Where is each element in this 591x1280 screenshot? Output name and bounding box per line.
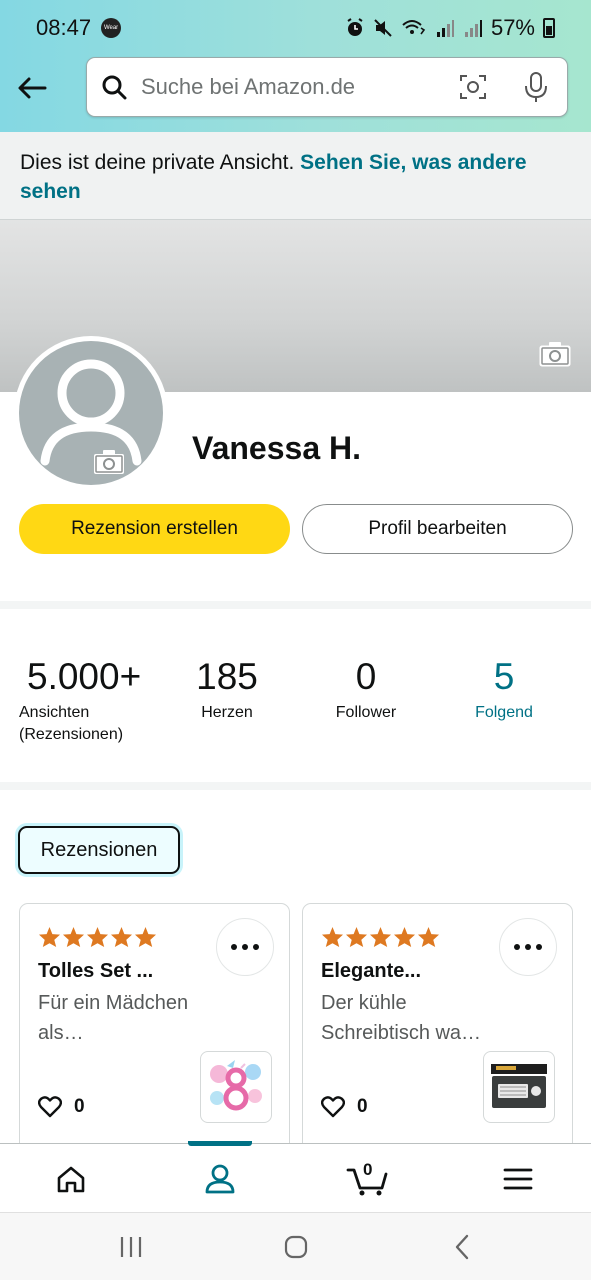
- nav-cart[interactable]: 0: [318, 1144, 418, 1213]
- review-snippet-line1: Der kühle: [321, 992, 407, 1014]
- star-icon: [393, 926, 416, 948]
- home-icon: [57, 1166, 85, 1192]
- wifi-call-icon: [402, 20, 426, 35]
- home-circle-icon: [284, 1235, 308, 1259]
- star-icon: [417, 926, 440, 948]
- camera-search-icon[interactable]: [459, 73, 487, 106]
- profile-name: Vanessa H.: [192, 430, 361, 466]
- avatar[interactable]: [19, 341, 163, 485]
- star-icon: [110, 926, 133, 948]
- stat-following[interactable]: 5 Folgend: [466, 656, 542, 724]
- like-button[interactable]: 0: [38, 1096, 85, 1118]
- search-bar[interactable]: [86, 57, 568, 117]
- section-divider: [0, 601, 591, 609]
- star-icon: [369, 926, 392, 948]
- stat-hearts-label: Herzen: [201, 704, 253, 721]
- stat-views-label: Ansichten (Rezensionen): [19, 702, 141, 746]
- review-snippet-line2: als…: [38, 1022, 84, 1044]
- stat-views-value: 5.000+: [27, 656, 142, 697]
- back-system-button[interactable]: [432, 1231, 492, 1263]
- avatar-frame[interactable]: [14, 336, 168, 490]
- stat-views-label-line1: Ansichten: [19, 704, 90, 721]
- hamburger-menu-icon: [503, 1168, 533, 1189]
- review-title: Tolles Set ...: [38, 960, 154, 982]
- edit-profile-button[interactable]: Profil bearbeiten: [302, 504, 573, 554]
- tab-reviews[interactable]: Rezensionen: [18, 826, 180, 874]
- ellipsis-icon: [231, 944, 259, 950]
- review-snippet-line1: Für ein Mädchen: [38, 992, 189, 1014]
- product-thumbnail[interactable]: [200, 1051, 272, 1123]
- status-bar: 08:47 Wear 57%: [0, 0, 591, 56]
- private-view-notice: Dies ist deine private Ansicht. Sehen Si…: [0, 132, 591, 220]
- wear-app-icon: Wear: [101, 18, 122, 38]
- signal-icon-2: [464, 20, 482, 37]
- like-count: 0: [357, 1096, 368, 1117]
- heart-icon: [321, 1096, 345, 1118]
- stat-views: 5.000+ Ansichten (Rezensionen): [19, 656, 141, 746]
- stat-followers[interactable]: 0 Follower: [325, 656, 407, 724]
- arrow-left-icon: [18, 77, 47, 99]
- stat-following-value: 5: [493, 656, 515, 697]
- top-header: 08:47 Wear 57%: [0, 0, 591, 132]
- like-button[interactable]: 0: [321, 1096, 368, 1118]
- review-title: Elegante...: [321, 960, 422, 982]
- battery-percent: 57%: [490, 15, 535, 40]
- star-icon: [134, 926, 157, 948]
- review-card[interactable]: Elegante... Der kühle Schreibtisch wa… 0: [302, 903, 573, 1153]
- more-options-button[interactable]: [499, 918, 557, 976]
- heart-icon: [38, 1096, 62, 1118]
- bottom-navigation: 0: [0, 1141, 591, 1213]
- review-snippet: Der kühle Schreibtisch wa…: [321, 988, 501, 1048]
- star-icon: [321, 926, 344, 948]
- cover-camera-icon[interactable]: [539, 341, 571, 372]
- star-icon: [62, 926, 85, 948]
- stat-following-label: Folgend: [475, 704, 533, 721]
- review-snippet-line2: Schreibtisch wa…: [321, 1022, 482, 1044]
- star-rating: [321, 926, 440, 948]
- alarm-icon: [347, 18, 363, 36]
- recents-icon: [120, 1237, 142, 1257]
- notice-text: Dies ist deine private Ansicht.: [20, 151, 301, 174]
- recents-button[interactable]: [101, 1231, 161, 1263]
- star-icon: [345, 926, 368, 948]
- home-button[interactable]: [266, 1231, 326, 1263]
- nav-menu[interactable]: [468, 1144, 568, 1213]
- star-icon: [86, 926, 109, 948]
- star-rating: [38, 926, 157, 948]
- stat-hearts: 185 Herzen: [186, 656, 268, 724]
- balloon-8-icon: [210, 1060, 262, 1111]
- nav-profile[interactable]: [170, 1144, 270, 1213]
- microphone-icon[interactable]: [523, 71, 549, 108]
- chevron-left-icon: [455, 1234, 469, 1260]
- system-navigation-bar: [0, 1212, 591, 1280]
- more-options-button[interactable]: [216, 918, 274, 976]
- status-icons: 57%: [345, 15, 555, 41]
- stat-views-label-line2: (Rezensionen): [19, 726, 124, 743]
- review-snippet: Für ein Mädchen als…: [38, 988, 218, 1048]
- search-input[interactable]: [141, 74, 441, 100]
- battery-icon: [543, 18, 555, 38]
- signal-icon: [436, 20, 454, 37]
- review-card[interactable]: Tolles Set ... Für ein Mädchen als… 0: [19, 903, 290, 1153]
- nav-home[interactable]: [21, 1144, 121, 1213]
- write-review-button[interactable]: Rezension erstellen: [19, 504, 290, 554]
- stat-followers-label: Follower: [335, 704, 397, 721]
- like-count: 0: [74, 1096, 85, 1117]
- user-icon: [205, 1164, 235, 1193]
- avatar-camera-icon[interactable]: [93, 449, 125, 480]
- stat-hearts-value: 185: [196, 656, 258, 697]
- default-person-icon: [40, 359, 142, 466]
- mute-icon: [374, 19, 392, 37]
- cart-count: 0: [363, 1160, 373, 1179]
- back-button[interactable]: [14, 70, 50, 106]
- status-time: 08:47: [36, 15, 92, 40]
- profile-stats: 5.000+ Ansichten (Rezensionen) 185 Herze…: [0, 656, 591, 766]
- ellipsis-icon: [514, 944, 542, 950]
- star-icon: [38, 926, 61, 948]
- stat-followers-value: 0: [355, 656, 377, 697]
- search-icon: [101, 74, 127, 100]
- section-divider-2: [0, 782, 591, 790]
- product-thumbnail[interactable]: [483, 1051, 555, 1123]
- desk-mat-icon: [491, 1064, 547, 1108]
